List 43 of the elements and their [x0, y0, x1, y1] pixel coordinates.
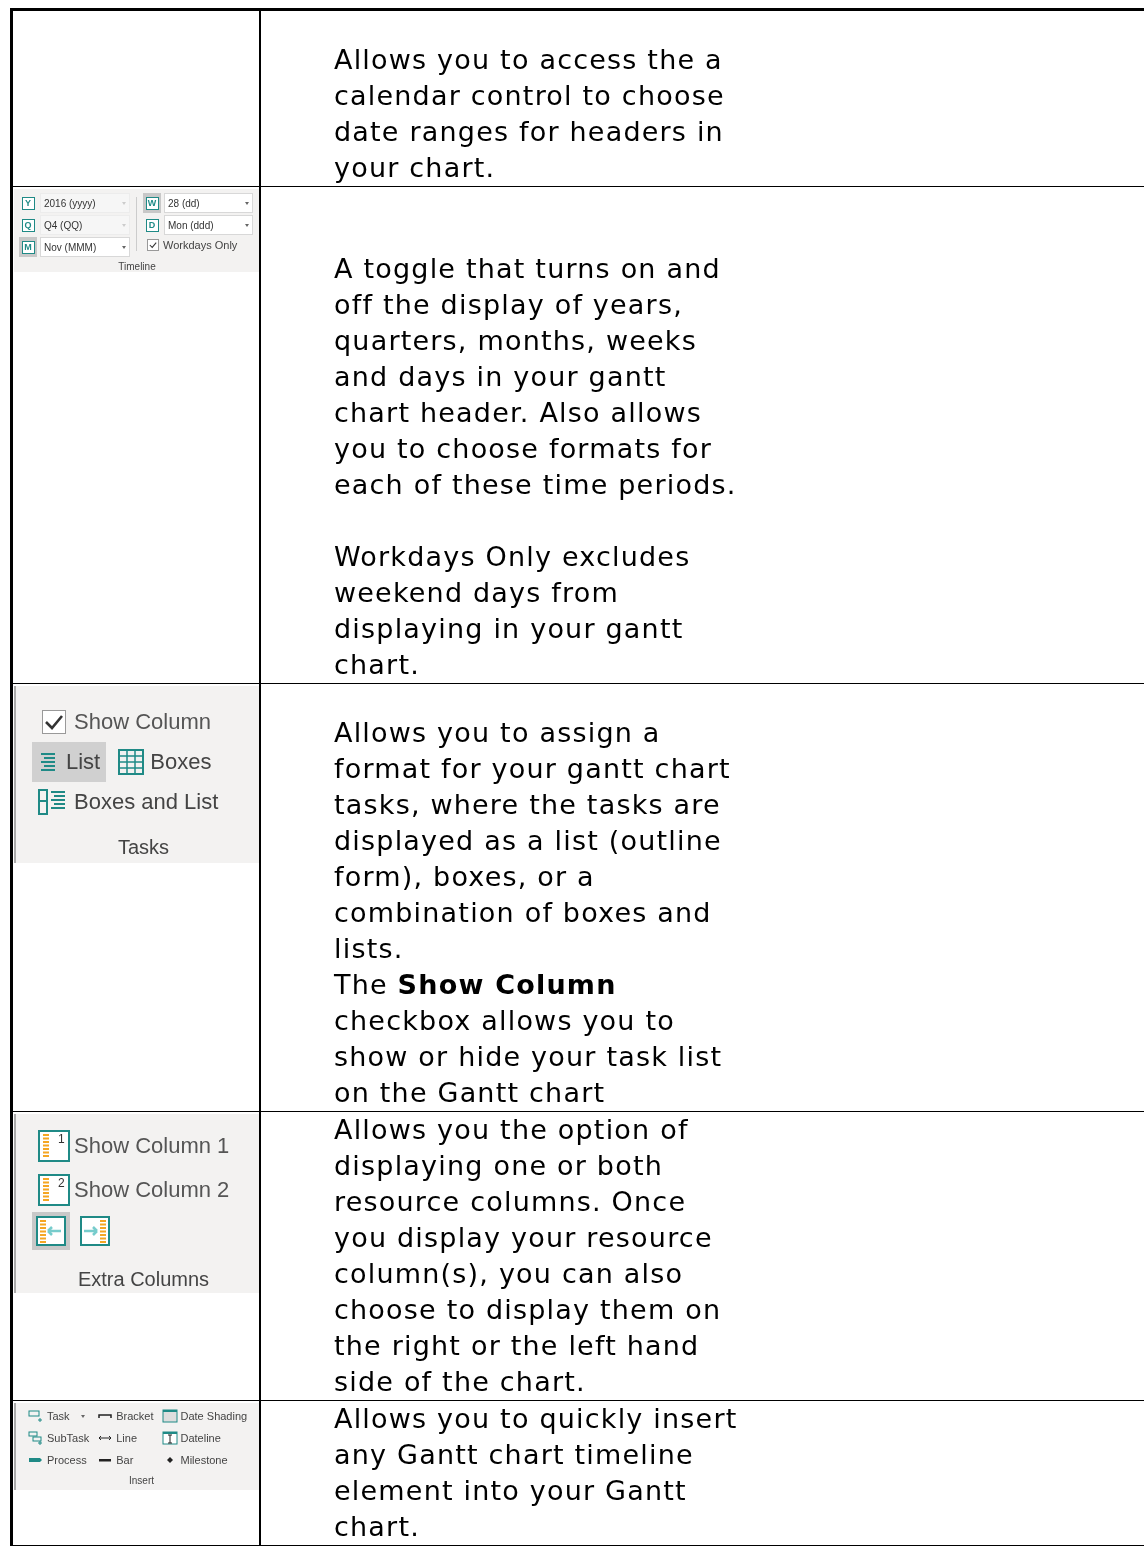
column-icon: 2 [38, 1174, 70, 1206]
format-dropdown[interactable]: Nov (MMM) [40, 237, 130, 257]
calendar-shading-icon [161, 1409, 178, 1423]
period-toggle[interactable]: W [143, 193, 161, 213]
period-toggle[interactable]: M [19, 237, 37, 257]
column-icon: 1 [38, 1130, 70, 1162]
group-label: Extra Columns [77, 1268, 210, 1291]
show-column-button[interactable]: 1 Show Column 1 [32, 1124, 255, 1168]
column-side-button[interactable] [32, 1212, 70, 1250]
layout-option[interactable]: Boxes [112, 742, 218, 782]
insert-item[interactable]: Line [97, 1429, 154, 1447]
format-dropdown[interactable]: Mon (ddd) [164, 215, 253, 235]
dateline-icon [161, 1431, 178, 1445]
description-text: Allows you to quickly insert any Gantt chart timeline element into your Gantt chart. [334, 1402, 739, 1544]
checkbox[interactable] [42, 710, 66, 734]
description-text: A toggle that turns on and off the display of years, quarters, months, weeks and days in your gantt chart header. Also allows you to choose formats for each of these time periods. Workdays Only excludes weekend days from displaying in your gantt chart. [334, 252, 738, 682]
checkbox-label: Show Column [74, 709, 211, 735]
grid-icon [118, 749, 145, 775]
description-text: Allows you to access the a calendar control to choose date ranges for headers in your chart. [334, 43, 726, 185]
checkbox-label: Workdays Only [163, 239, 238, 251]
group-label: Tasks [117, 836, 170, 859]
insert-item[interactable]: Milestone [161, 1451, 248, 1469]
subtask-icon [28, 1431, 44, 1445]
checkbox[interactable] [147, 239, 159, 251]
column-right-icon [80, 1216, 110, 1246]
column-left-icon [36, 1216, 66, 1246]
insert-item[interactable]: Process [28, 1451, 90, 1469]
description-text: Allows you the option of displaying one or both resource columns. Once you display your resource column(s), you can also choose to display them on the right or the left hand side of the chart. [334, 1113, 723, 1399]
insert-item[interactable]: Task [28, 1407, 90, 1425]
show-column-button[interactable]: 2 Show Column 2 [32, 1168, 255, 1212]
task-icon [28, 1409, 44, 1423]
group-label: Insert [129, 1475, 154, 1486]
layout-option[interactable]: Boxes and List [32, 782, 225, 822]
insert-item[interactable]: Date Shading [161, 1407, 248, 1425]
insert-item[interactable]: Bracket [97, 1407, 154, 1425]
insert-item[interactable]: Dateline [161, 1429, 248, 1447]
insert-item[interactable]: SubTask [28, 1429, 90, 1447]
insert-item[interactable]: Bar [97, 1451, 154, 1469]
group-label: Timeline [118, 261, 156, 272]
boxes-list-icon [38, 789, 68, 815]
format-dropdown[interactable]: 28 (dd) [164, 193, 253, 213]
layout-option[interactable]: List [32, 742, 107, 782]
description-text: Allows you to assign a format for your gantt chart tasks, where the tasks are displayed as a list (outline form), boxes, or a combination of boxes and lists. The Show Column checkbox allows you to show or hide your task list on the Gantt chart [334, 716, 732, 1110]
